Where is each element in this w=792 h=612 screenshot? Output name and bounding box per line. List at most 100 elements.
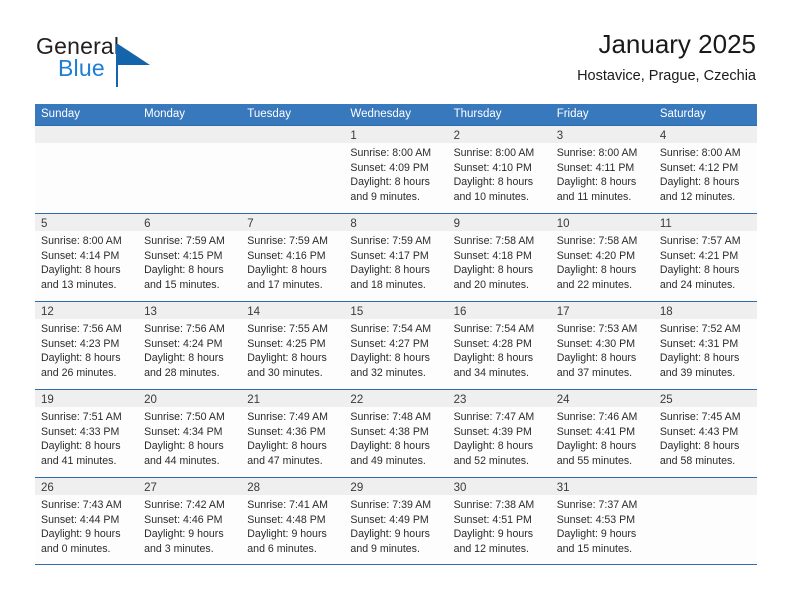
day-info-line: Daylight: 9 hours: [144, 528, 224, 541]
date-number: 23: [453, 394, 467, 406]
date-band: 29: [344, 478, 448, 495]
day-cell-13[interactable]: 13 Sunrise: 7:56 AM Sunset: 4:24 PM Dayligh…: [138, 302, 242, 389]
day-cell-21[interactable]: 21 Sunrise: 7:49 AM Sunset: 4:36 PM Dayligh…: [241, 390, 345, 477]
day-cell-28[interactable]: 28 Sunrise: 7:41 AM Sunset: 4:48 PM Dayligh…: [241, 478, 345, 564]
date-band: 14: [241, 302, 345, 319]
day-cell-29[interactable]: 29 Sunrise: 7:39 AM Sunset: 4:49 PM Dayligh…: [344, 478, 448, 564]
day-info: Sunrise: 8:00 AM Sunset: 4:14 PM Daylight:…: [35, 231, 138, 292]
day-info: Sunrise: 7:58 AM Sunset: 4:18 PM Daylight:…: [448, 231, 551, 292]
weekday-header-friday: Friday: [556, 108, 589, 120]
day-cell-25[interactable]: 25 Sunrise: 7:45 AM Sunset: 4:43 PM Dayligh…: [653, 390, 757, 477]
day-cell-1[interactable]: 1 Sunrise: 8:00 AM Sunset: 4:09 PM Daylight…: [344, 126, 448, 213]
date-band: 17: [550, 302, 654, 319]
day-cell-2[interactable]: 2 Sunrise: 8:00 AM Sunset: 4:10 PM Daylight…: [447, 126, 551, 213]
day-cell-7[interactable]: 7 Sunrise: 7:59 AM Sunset: 4:16 PM Daylight…: [241, 214, 345, 301]
day-info-line: and 13 minutes.: [41, 278, 117, 291]
day-cell-27[interactable]: 27 Sunrise: 7:42 AM Sunset: 4:46 PM Dayligh…: [138, 478, 242, 564]
day-cell-23[interactable]: 23 Sunrise: 7:47 AM Sunset: 4:39 PM Dayligh…: [447, 390, 551, 477]
date-band: 8: [344, 214, 448, 231]
date-band: 31: [550, 478, 654, 495]
calendar-week-row: 19 Sunrise: 7:51 AM Sunset: 4:33 PM Dayligh…: [35, 389, 757, 477]
day-cell-26[interactable]: 26 Sunrise: 7:43 AM Sunset: 4:44 PM Dayligh…: [35, 478, 139, 564]
day-info: Sunrise: 7:42 AM Sunset: 4:46 PM Daylight:…: [138, 495, 241, 556]
date-band: 7: [241, 214, 345, 231]
day-info: Sunrise: 7:59 AM Sunset: 4:15 PM Daylight:…: [138, 231, 241, 292]
day-info-line: Daylight: 9 hours: [556, 528, 637, 541]
date-number: 1: [350, 130, 357, 142]
date-band: 13: [138, 302, 242, 319]
day-info-line: and 58 minutes.: [659, 454, 736, 467]
day-info: Sunrise: 7:54 AM Sunset: 4:28 PM Daylight:…: [448, 319, 551, 380]
day-info-line: Sunrise: 7:59 AM: [144, 235, 225, 247]
day-cell-9[interactable]: 9 Sunrise: 7:58 AM Sunset: 4:18 PM Daylight…: [447, 214, 551, 301]
day-info-line: Sunrise: 8:00 AM: [453, 147, 535, 159]
day-cell-4[interactable]: 4 Sunrise: 8:00 AM Sunset: 4:12 PM Daylight…: [653, 126, 757, 213]
day-info-line: Sunrise: 7:43 AM: [41, 499, 122, 511]
date-number: 4: [659, 130, 667, 142]
day-info-line: Daylight: 8 hours: [556, 264, 637, 277]
day-info: Sunrise: 7:41 AM Sunset: 4:48 PM Daylight:…: [241, 495, 344, 556]
day-cell-31[interactable]: 31 Sunrise: 7:37 AM Sunset: 4:53 PM Dayligh…: [550, 478, 654, 564]
day-cell-20[interactable]: 20 Sunrise: 7:50 AM Sunset: 4:34 PM Dayligh…: [138, 390, 242, 477]
day-info-line: Sunset: 4:51 PM: [453, 513, 532, 526]
day-info-line: Sunset: 4:23 PM: [41, 337, 120, 350]
day-info-line: Sunset: 4:20 PM: [556, 249, 636, 262]
day-cell-19[interactable]: 19 Sunrise: 7:51 AM Sunset: 4:33 PM Dayligh…: [35, 390, 139, 477]
date-band: 26: [35, 478, 139, 495]
day-cell-6[interactable]: 6 Sunrise: 7:59 AM Sunset: 4:15 PM Daylight…: [138, 214, 242, 301]
day-cell-14[interactable]: 14 Sunrise: 7:55 AM Sunset: 4:25 PM Dayligh…: [241, 302, 345, 389]
day-info: Sunrise: 8:00 AM Sunset: 4:09 PM Daylight:…: [344, 143, 447, 204]
date-number: 17: [556, 306, 570, 318]
day-info-line: Sunrise: 7:59 AM: [350, 235, 432, 247]
day-cell-10[interactable]: 10 Sunrise: 7:58 AM Sunset: 4:20 PM Dayligh…: [550, 214, 654, 301]
date-band: 5: [35, 214, 139, 231]
day-cell-17[interactable]: 17 Sunrise: 7:53 AM Sunset: 4:30 PM Dayligh…: [550, 302, 654, 389]
day-info: Sunrise: 7:46 AM Sunset: 4:41 PM Daylight:…: [551, 407, 654, 468]
date-number: 5: [41, 218, 48, 230]
date-number: 29: [350, 482, 364, 494]
day-info-line: and 41 minutes.: [41, 454, 117, 467]
title-block: January 2025 Hostavice, Prague, Czechia: [577, 28, 756, 86]
day-cell-24[interactable]: 24 Sunrise: 7:46 AM Sunset: 4:41 PM Dayligh…: [550, 390, 654, 477]
date-band: 24: [550, 390, 654, 407]
day-info-line: Sunset: 4:53 PM: [556, 513, 636, 526]
date-number: 24: [556, 394, 570, 406]
day-cell-12[interactable]: 12 Sunrise: 7:56 AM Sunset: 4:23 PM Dayligh…: [35, 302, 139, 389]
day-info: Sunrise: 7:45 AM Sunset: 4:43 PM Daylight:…: [654, 407, 757, 468]
date-number: 6: [144, 218, 151, 230]
day-cell-16[interactable]: 16 Sunrise: 7:54 AM Sunset: 4:28 PM Dayligh…: [447, 302, 551, 389]
day-info-line: Daylight: 8 hours: [144, 352, 224, 365]
day-cell-30[interactable]: 30 Sunrise: 7:38 AM Sunset: 4:51 PM Dayligh…: [447, 478, 551, 564]
day-info: Sunrise: 7:43 AM Sunset: 4:44 PM Daylight:…: [35, 495, 138, 556]
day-cell-11[interactable]: 11 Sunrise: 7:57 AM Sunset: 4:21 PM Dayligh…: [653, 214, 757, 301]
day-info-line: and 49 minutes.: [350, 454, 426, 467]
day-info-line: Sunset: 4:25 PM: [247, 337, 326, 350]
day-info: Sunrise: 7:54 AM Sunset: 4:27 PM Daylight:…: [344, 319, 447, 380]
day-info: Sunrise: 7:50 AM Sunset: 4:34 PM Daylight:…: [138, 407, 241, 468]
date-number: 8: [350, 218, 357, 230]
day-cell-3[interactable]: 3 Sunrise: 8:00 AM Sunset: 4:11 PM Daylight…: [550, 126, 654, 213]
day-cell-8[interactable]: 8 Sunrise: 7:59 AM Sunset: 4:17 PM Daylight…: [344, 214, 448, 301]
day-info-line: Sunset: 4:27 PM: [350, 337, 429, 350]
date-band: 12: [35, 302, 139, 319]
page-title: January 2025: [598, 29, 756, 59]
day-info-line: Daylight: 8 hours: [659, 352, 740, 365]
day-info-line: and 34 minutes.: [453, 366, 529, 379]
date-band: 21: [241, 390, 345, 407]
day-cell-15[interactable]: 15 Sunrise: 7:54 AM Sunset: 4:27 PM Dayligh…: [344, 302, 448, 389]
date-band: 16: [447, 302, 551, 319]
date-band: 27: [138, 478, 242, 495]
day-info-line: Sunrise: 7:50 AM: [144, 411, 225, 423]
day-info-line: Sunset: 4:31 PM: [659, 337, 739, 350]
day-info-line: Daylight: 8 hours: [453, 440, 534, 453]
day-info-line: Sunrise: 7:39 AM: [350, 499, 432, 511]
day-info-line: Daylight: 8 hours: [41, 440, 121, 453]
day-cell-5[interactable]: 5 Sunrise: 8:00 AM Sunset: 4:14 PM Daylight…: [35, 214, 139, 301]
calendar-grid: Sunday Monday Tuesday Wednesday Thursday Frid…: [35, 104, 757, 565]
day-cell-18[interactable]: 18 Sunrise: 7:52 AM Sunset: 4:31 PM Dayligh…: [653, 302, 757, 389]
day-cell-22[interactable]: 22 Sunrise: 7:48 AM Sunset: 4:38 PM Dayligh…: [344, 390, 448, 477]
day-info-line: and 0 minutes.: [41, 542, 111, 555]
day-info-line: Sunrise: 7:42 AM: [144, 499, 225, 511]
date-band: [241, 126, 345, 143]
day-info-line: Daylight: 8 hours: [144, 264, 224, 277]
